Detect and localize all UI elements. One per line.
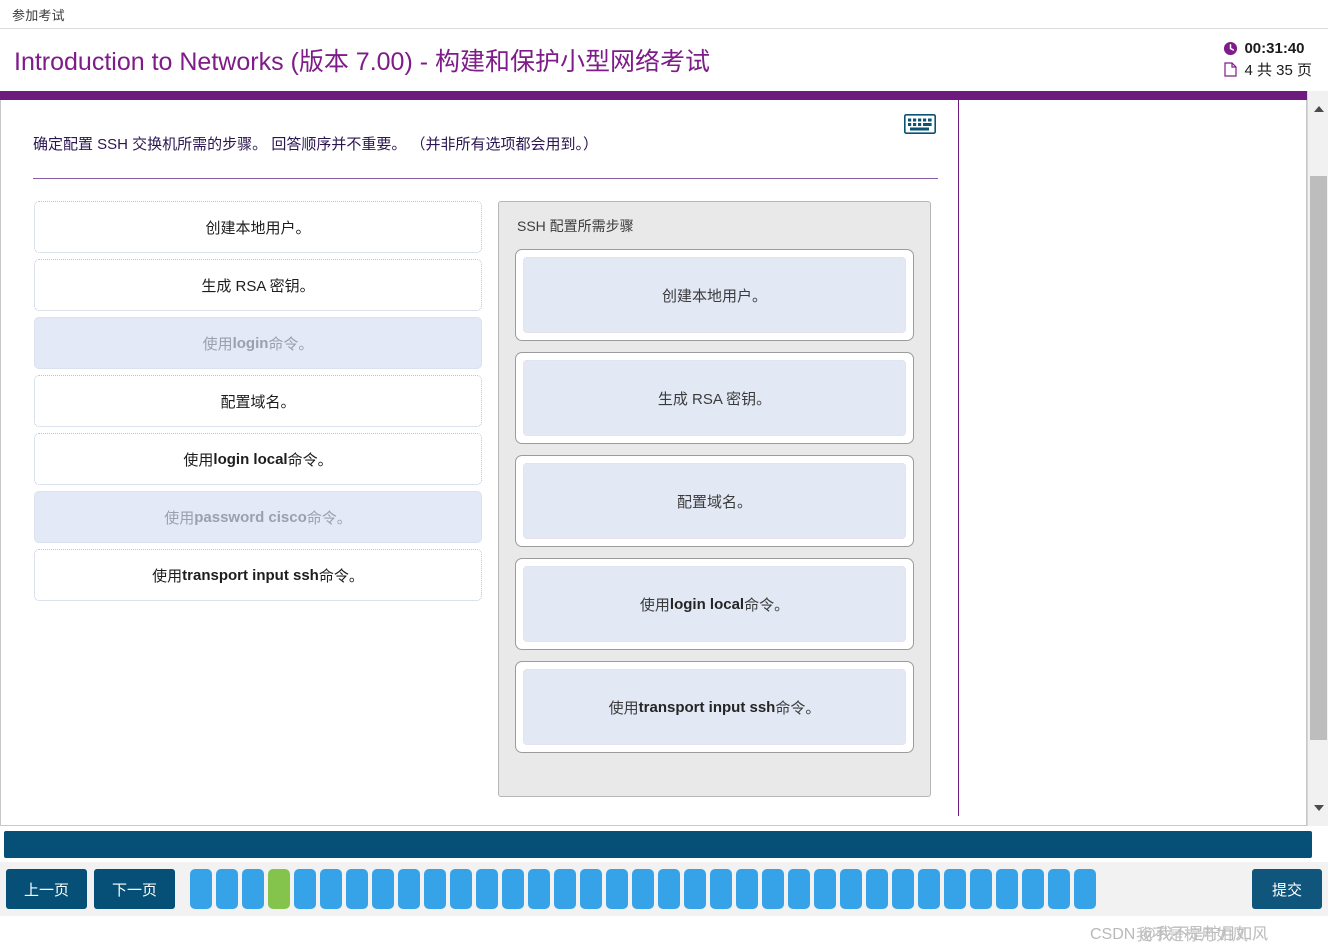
page-square-24[interactable] — [788, 869, 811, 909]
previous-page-button[interactable]: 上一页 — [6, 869, 88, 909]
page-square-32[interactable] — [996, 869, 1019, 909]
page-square-10[interactable] — [424, 869, 447, 909]
progress-bar — [4, 831, 1312, 858]
page-square-25[interactable] — [814, 869, 837, 909]
page-square-20[interactable] — [684, 869, 707, 909]
clock-icon — [1223, 41, 1238, 56]
accent-bar — [0, 91, 1307, 100]
page-square-8[interactable] — [372, 869, 395, 909]
document-icon — [1223, 62, 1238, 77]
keyboard-icon[interactable] — [904, 114, 936, 134]
drop-zone-list: 创建本地用户。 生成 RSA 密钥。 配置域名。使用 login local 命令。… — [515, 249, 914, 753]
drop-slot-1[interactable]: 创建本地用户。 — [515, 249, 914, 341]
page-square-27[interactable] — [866, 869, 889, 909]
drop-slot-4[interactable]: 使用 login local 命令。 — [515, 558, 914, 650]
drop-zone[interactable]: SSH 配置所需步骤 创建本地用户。 生成 RSA 密钥。 配置域名。使用 logi… — [498, 201, 931, 797]
submit-button[interactable]: 提交 — [1251, 869, 1322, 909]
question-body: 确定配置 SSH 交换机所需的步骤。 回答顺序并不重要。 （并非所有选项都会用到… — [0, 100, 1307, 826]
page-counter-value: 4 共 35 页 — [1244, 62, 1312, 79]
drop-item-4[interactable]: 使用 login local 命令。 — [523, 566, 906, 642]
page-square-19[interactable] — [658, 869, 681, 909]
source-option-2[interactable]: 生成 RSA 密钥。 — [34, 259, 482, 311]
source-option-1[interactable]: 创建本地用户。 — [34, 201, 482, 253]
exam-timer-value: 00:31:40 — [1244, 40, 1305, 57]
vertical-scrollbar[interactable] — [1307, 91, 1328, 826]
page-square-17[interactable] — [606, 869, 629, 909]
scroll-down-icon[interactable] — [1308, 797, 1328, 818]
target-column: SSH 配置所需步骤 创建本地用户。 生成 RSA 密钥。 配置域名。使用 logi… — [498, 201, 931, 797]
next-page-button[interactable]: 下一页 — [94, 869, 176, 909]
source-option-5[interactable]: 使用 login local 命令。 — [34, 433, 482, 485]
page-square-26[interactable] — [840, 869, 863, 909]
drop-slot-5[interactable]: 使用 transport input ssh 命令。 — [515, 661, 914, 753]
browser-tab-strip: 参加考试 — [0, 0, 1328, 29]
page-square-list — [190, 869, 1244, 909]
page-square-22[interactable] — [736, 869, 759, 909]
drop-slot-3[interactable]: 配置域名。 — [515, 455, 914, 547]
source-option-6[interactable]: 使用 password cisco 命令。 — [34, 491, 482, 543]
page-square-15[interactable] — [554, 869, 577, 909]
bottom-area: 上一页 下一页 提交 CSDN @我不是柠月如风 我不是柠月如风 — [0, 826, 1328, 944]
drop-item-1[interactable]: 创建本地用户。 — [523, 257, 906, 333]
page-square-1[interactable] — [190, 869, 213, 909]
drop-item-2[interactable]: 生成 RSA 密钥。 — [523, 360, 906, 436]
page-square-23[interactable] — [762, 869, 785, 909]
question-pane: 确定配置 SSH 交换机所需的步骤。 回答顺序并不重要。 （并非所有选项都会用到… — [1, 100, 958, 797]
content-frame: 确定配置 SSH 交换机所需的步骤。 回答顺序并不重要。 （并非所有选项都会用到… — [0, 91, 1328, 826]
page-square-9[interactable] — [398, 869, 421, 909]
page-square-31[interactable] — [970, 869, 993, 909]
drop-slot-2[interactable]: 生成 RSA 密钥。 — [515, 352, 914, 444]
source-option-3[interactable]: 使用 login 命令。 — [34, 317, 482, 369]
column-divider — [958, 100, 959, 816]
page-square-11[interactable] — [450, 869, 473, 909]
header-meta: 00:31:40 4 共 35 页 — [1223, 40, 1316, 80]
page-square-13[interactable] — [502, 869, 525, 909]
page-square-7[interactable] — [346, 869, 369, 909]
source-option-7[interactable]: 使用 transport input ssh 命令。 — [34, 549, 482, 601]
page-square-29[interactable] — [918, 869, 941, 909]
page-square-16[interactable] — [580, 869, 603, 909]
exam-title: Introduction to Networks (版本 7.00) - 构建和… — [14, 48, 710, 76]
browser-tab-label[interactable]: 参加考试 — [12, 5, 65, 24]
page-square-5[interactable] — [294, 869, 317, 909]
watermark-overlay: 我不是柠月如风 — [1135, 927, 1248, 944]
exam-timer: 00:31:40 — [1223, 40, 1305, 57]
drop-item-3[interactable]: 配置域名。 — [523, 463, 906, 539]
page-square-21[interactable] — [710, 869, 733, 909]
page-square-34[interactable] — [1048, 869, 1071, 909]
page-square-35[interactable] — [1074, 869, 1097, 909]
page-square-3[interactable] — [242, 869, 265, 909]
page-square-14[interactable] — [528, 869, 551, 909]
page-square-6[interactable] — [320, 869, 343, 909]
watermark-text: CSDN @我不是柠月如风 — [1089, 926, 1268, 943]
page-square-2[interactable] — [216, 869, 239, 909]
page-square-4[interactable] — [268, 869, 291, 909]
page-counter: 4 共 35 页 — [1223, 59, 1312, 80]
watermark: CSDN @我不是柠月如风 我不是柠月如风 — [1090, 920, 1268, 944]
page-square-12[interactable] — [476, 869, 499, 909]
navigation-bar: 上一页 下一页 提交 — [0, 862, 1328, 916]
page-square-28[interactable] — [892, 869, 915, 909]
scrollbar-thumb[interactable] — [1310, 176, 1327, 740]
source-option-4[interactable]: 配置域名。 — [34, 375, 482, 427]
source-options-column: 创建本地用户。 生成 RSA 密钥。 使用 login 命令。 配置域名。使用 log… — [34, 201, 482, 797]
page-square-33[interactable] — [1022, 869, 1045, 909]
page-square-18[interactable] — [632, 869, 655, 909]
drag-drop-area: 创建本地用户。 生成 RSA 密钥。 使用 login 命令。 配置域名。 使用 log… — [33, 179, 936, 797]
page-square-30[interactable] — [944, 869, 967, 909]
drop-item-5[interactable]: 使用 transport input ssh 命令。 — [523, 669, 906, 745]
question-text: 确定配置 SSH 交换机所需的步骤。 回答顺序并不重要。 （并非所有选项都会用到… — [33, 136, 599, 153]
scroll-up-icon[interactable] — [1308, 98, 1328, 119]
drop-zone-title: SSH 配置所需步骤 — [517, 218, 634, 234]
exam-header: Introduction to Networks (版本 7.00) - 构建和… — [0, 29, 1328, 91]
